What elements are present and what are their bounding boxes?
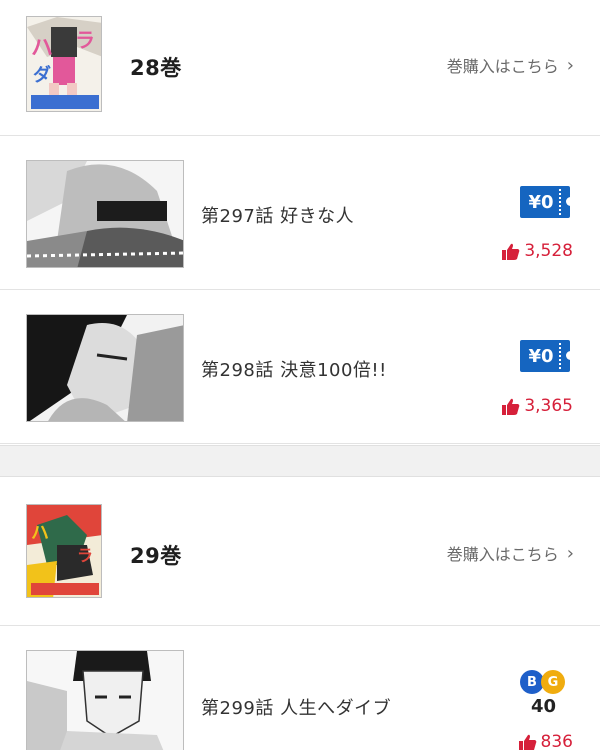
svg-text:ラ: ラ [77, 546, 93, 565]
like-count: 3,365 [502, 396, 573, 416]
volume-cover-28: ハ ラ ダ [26, 16, 102, 112]
free-ticket-badge: ¥0 [520, 186, 575, 218]
price-label: ¥0 [528, 191, 554, 213]
thumbs-up-icon [502, 398, 520, 415]
chevron-right-icon: › [566, 542, 574, 564]
episode-title: 第298話 決意100倍!! [201, 360, 387, 381]
volume-buy-label: 巻購入はこちら [446, 545, 559, 564]
like-count-value: 836 [540, 732, 573, 750]
price-label: ¥0 [528, 345, 554, 367]
volume-buy-link[interactable]: 巻購入はこちら › [447, 541, 574, 565]
episode-thumbnail [26, 650, 184, 750]
bonus-value: 40 [530, 696, 556, 717]
volume-title: 28巻 [130, 56, 182, 80]
volume-buy-link[interactable]: 巻購入はこちら › [447, 53, 574, 77]
bonus-badges: B G [520, 670, 565, 694]
svg-text:ラ: ラ [75, 28, 95, 52]
volume-cover-29: ハ ラ [26, 504, 102, 598]
svg-text:ハ: ハ [31, 36, 53, 61]
thumbs-up-icon [502, 243, 520, 260]
svg-text:ダ: ダ [33, 64, 51, 86]
volume-title: 29巻 [130, 544, 182, 568]
thumbs-up-icon [518, 734, 536, 750]
volume-header-29[interactable]: ハ ラ 29巻 巻購入はこちら › [0, 478, 600, 626]
like-count-value: 3,365 [524, 396, 573, 416]
bonus-g-icon: G [541, 670, 565, 694]
like-count-value: 3,528 [524, 241, 573, 261]
like-count: 3,528 [502, 241, 573, 261]
episode-title: 第299話 人生へダイブ [201, 698, 392, 719]
episode-row-297[interactable]: 第297話 好きな人 ¥0 3,528 [0, 136, 600, 290]
chevron-right-icon: › [566, 54, 574, 76]
svg-text:ハ: ハ [31, 523, 49, 544]
like-count: 836 [518, 732, 573, 750]
episode-thumbnail [26, 160, 184, 268]
episode-row-299[interactable]: 第299話 人生へダイブ B G 40 836 [0, 626, 600, 750]
free-ticket-badge: ¥0 [520, 340, 575, 372]
episode-title: 第297話 好きな人 [201, 206, 355, 227]
section-divider [0, 445, 600, 477]
episode-row-298[interactable]: 第298話 決意100倍!! ¥0 3,365 [0, 290, 600, 444]
volume-header-28[interactable]: ハ ラ ダ 28巻 巻購入はこちら › [0, 0, 600, 136]
episode-thumbnail [26, 314, 184, 422]
volume-buy-label: 巻購入はこちら [446, 57, 559, 76]
